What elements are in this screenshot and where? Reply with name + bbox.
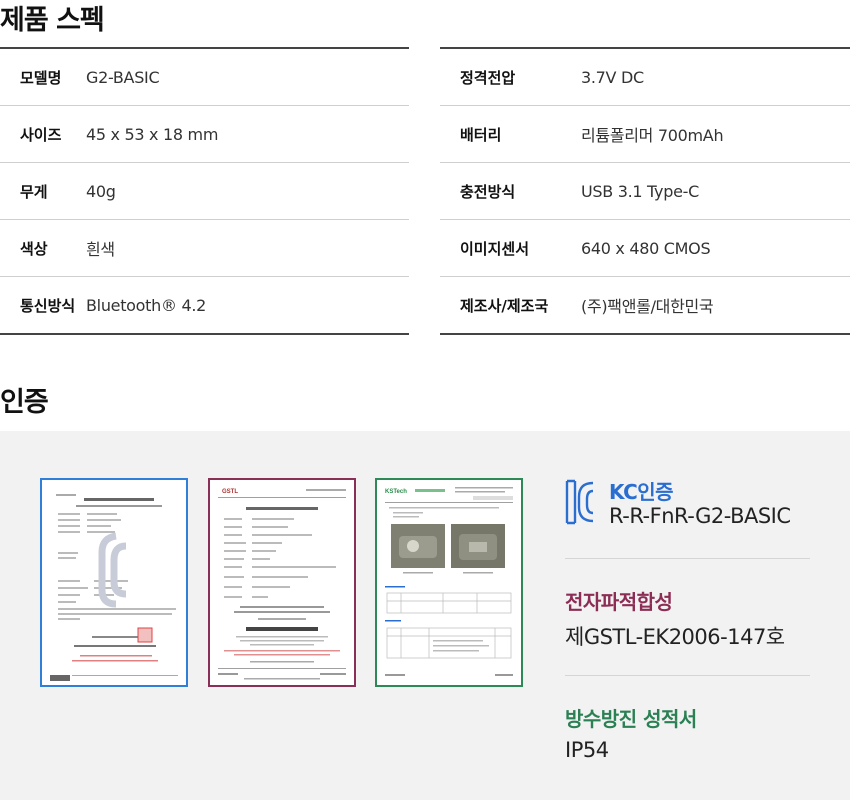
spec-row: 배터리 리튬폴리머 700mAh: [440, 106, 850, 163]
spec-value: G2-BASIC: [86, 67, 160, 87]
spec-row: 사이즈 45 x 53 x 18 mm: [0, 106, 409, 163]
spec-row: 이미지센서 640 x 480 CMOS: [440, 220, 850, 277]
spec-table-right: 정격전압 3.7V DC 배터리 리튬폴리머 700mAh 충전방식 USB 3.1 …: [440, 47, 850, 335]
kstech-logo: KSTech: [385, 489, 407, 495]
kc-cert-value: R-R-FnR-G2-BASIC: [609, 504, 791, 528]
spec-row: 모델명 G2-BASIC: [0, 49, 409, 106]
cert-divider: [565, 675, 810, 676]
cert-area: GSTL KSTech KC인증 R-R-FnR-G2-BASIC 전자파적합성…: [0, 431, 850, 800]
cert-divider: [565, 558, 810, 559]
kc-mark-icon: [565, 479, 594, 525]
spec-label: 정격전압: [460, 68, 516, 87]
spec-row: 제조사/제조국 (주)팩앤롤/대한민국: [440, 277, 850, 333]
ip-report-thumbnail[interactable]: KSTech: [375, 478, 523, 687]
spec-label: 색상: [20, 239, 48, 258]
cert-section-title: 인증: [0, 387, 49, 418]
emc-certificate-image: GSTL: [210, 480, 354, 685]
emc-cert-block: 전자파적합성 제GSTL-EK2006-147호: [565, 586, 810, 651]
kc-certificate-image: [42, 480, 186, 685]
spec-value: Bluetooth® 4.2: [86, 295, 207, 315]
emc-cert-name: 전자파적합성: [565, 590, 673, 614]
spec-value: 640 x 480 CMOS: [581, 238, 711, 258]
ip-cert-value: IP54: [565, 738, 609, 762]
spec-value: (주)팩앤롤/대한민국: [581, 297, 714, 316]
spec-label: 제조사/제조국: [460, 296, 549, 315]
ip-cert-block: 방수방진 성적서 IP54: [565, 703, 810, 762]
spec-value: 흰색: [86, 240, 115, 259]
spec-value: 리튬폴리머 700mAh: [581, 126, 724, 145]
ip-report-image: KSTech: [377, 480, 521, 685]
spec-section-title: 제품 스펙: [0, 5, 105, 36]
spec-row: 무게 40g: [0, 163, 409, 220]
spec-label: 충전방식: [460, 182, 516, 201]
spec-label: 배터리: [460, 125, 502, 144]
spec-row: 색상 흰색: [0, 220, 409, 277]
spec-label: 통신방식: [20, 296, 76, 315]
spec-label: 무게: [20, 182, 48, 201]
spec-row: 통신방식 Bluetooth® 4.2: [0, 277, 409, 333]
emc-cert-value: 제GSTL-EK2006-147호: [565, 625, 785, 649]
spec-label: 이미지센서: [460, 239, 530, 258]
spec-label: 모델명: [20, 68, 62, 87]
spec-label: 사이즈: [20, 125, 62, 144]
gstl-logo: GSTL: [222, 489, 238, 495]
kc-certificate-thumbnail[interactable]: [40, 478, 188, 687]
emc-certificate-thumbnail[interactable]: GSTL: [208, 478, 356, 687]
spec-value: 3.7V DC: [581, 67, 644, 87]
spec-value: 45 x 53 x 18 mm: [86, 124, 219, 144]
kc-cert-name: KC인증: [609, 480, 674, 504]
spec-row: 충전방식 USB 3.1 Type-C: [440, 163, 850, 220]
spec-value: 40g: [86, 181, 116, 201]
spec-row: 정격전압 3.7V DC: [440, 49, 850, 106]
spec-value: USB 3.1 Type-C: [581, 181, 699, 201]
ip-cert-name: 방수방진 성적서: [565, 707, 697, 731]
spec-table-left: 모델명 G2-BASIC 사이즈 45 x 53 x 18 mm 무게 40g 색상 흰…: [0, 47, 409, 335]
